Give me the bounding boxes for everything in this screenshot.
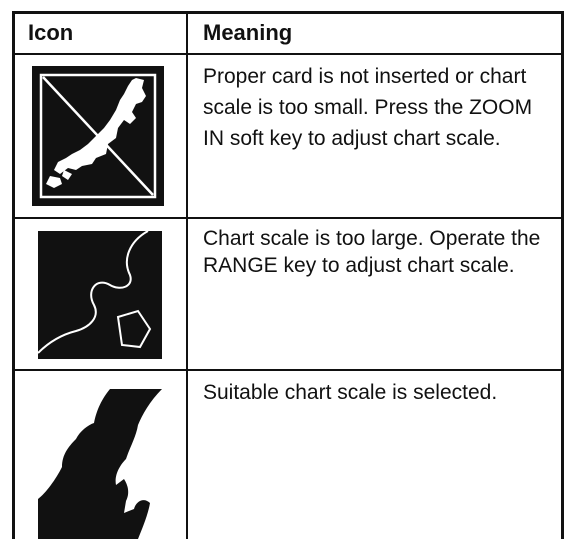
- table-top-border: [12, 11, 564, 14]
- meaning-text: Suitable chart scale is selected.: [203, 381, 498, 404]
- suitable-chart-scale-icon: [38, 389, 162, 544]
- table-right-border: [561, 11, 564, 539]
- no-chart-card-icon: [32, 66, 164, 211]
- header-divider: [12, 53, 564, 55]
- meaning-text: Chart scale is too large. Operate the RA…: [203, 227, 541, 277]
- table-left-border: [12, 11, 15, 539]
- header-meaning: Meaning: [203, 20, 293, 45]
- icon-meaning-table: Icon Meaning Proper card is not inserted…: [12, 11, 564, 539]
- chart-scale-too-large-icon: [37, 230, 162, 364]
- column-divider: [186, 11, 188, 539]
- meaning-text: Proper card is not inserted or chart sca…: [203, 65, 533, 150]
- header-icon: Icon: [28, 20, 74, 45]
- row-divider: [12, 217, 564, 219]
- row-divider: [12, 369, 564, 371]
